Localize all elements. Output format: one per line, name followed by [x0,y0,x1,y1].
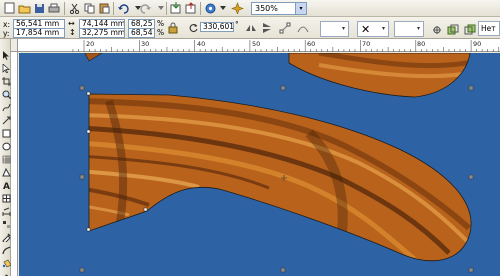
export-icon[interactable] [184,1,198,15]
knife-handle-shape [88,93,472,261]
rotation-angle-field[interactable]: 330,601 [200,22,234,32]
outline-none-box[interactable]: Нет [478,21,500,36]
rectangle-tool-icon[interactable] [1,128,11,138]
ruler-label: 90 [473,40,482,48]
launcher-dropdown-icon[interactable] [216,1,230,15]
copy-icon[interactable] [82,1,96,15]
rotation-icon [188,21,200,35]
interactive-fill-tool-icon[interactable] [1,271,11,276]
graph-paper-tool-icon[interactable] [1,154,11,164]
mirror-vertical-icon[interactable] [260,21,274,35]
ruler-label: 50 [252,40,261,48]
toolbar-separator [200,2,201,15]
object-height-field[interactable]: 32,275 mm [79,28,125,38]
toolbox: A [0,39,11,276]
zoom-level-value: 350% [255,4,278,13]
width-icon: ↔ [68,19,75,28]
outline-style-combo[interactable]: ▾ [394,21,424,37]
y-position-field[interactable]: 17,854 mm [13,28,65,38]
application-launcher-icon[interactable] [203,1,217,15]
outline-width-combo[interactable]: ✕ ▾ [357,21,389,37]
property-bar: x: 56,541 mm y: 17,854 mm ↔ 74,144 mm ↕ … [0,17,500,39]
fill-color-combo[interactable]: ▾ [320,21,349,37]
crop-tool-icon[interactable] [1,76,11,86]
shape-tool-icon[interactable] [1,63,11,73]
basic-shapes-tool-icon[interactable] [1,167,11,177]
no-outline-x-icon: ✕ [361,23,371,36]
scale-x-percent: % [157,19,165,28]
to-front-icon[interactable] [446,23,460,37]
lock-ratio-icon[interactable] [167,21,179,35]
ellipse-tool-icon[interactable] [1,141,11,151]
outline-style-dropdown-arrow[interactable]: ▾ [414,22,423,36]
ruler-label: 20 [86,40,95,48]
paste-icon[interactable] [97,1,111,15]
ruler-label: 30 [141,40,150,48]
zoom-level-combo[interactable]: 350% ▾ [251,2,307,15]
undo-icon[interactable] [116,1,130,15]
horizontal-ruler[interactable]: 20 30 40 50 60 70 80 90 [11,39,500,52]
y-position-label: y: [3,29,10,38]
fill-color-dropdown-arrow[interactable]: ▾ [339,22,348,36]
new-document-icon[interactable] [2,1,16,15]
smart-fill-tool-icon[interactable] [1,115,11,125]
ruler-label: 60 [307,40,316,48]
pick-tool-icon[interactable] [1,50,11,60]
text-tool-icon[interactable]: A [1,180,11,190]
dimension-tool-icon[interactable] [1,206,11,216]
scale-y-percent: % [157,28,165,37]
table-tool-icon[interactable] [1,193,11,203]
svg-text:A: A [3,182,10,190]
node-tool-icon[interactable] [278,21,292,35]
blend-tool-icon[interactable] [1,219,11,229]
save-icon[interactable] [32,1,46,15]
corel-online-icon[interactable] [230,1,244,15]
mirror-horizontal-icon[interactable] [244,21,258,35]
zoom-dropdown-button[interactable]: ▾ [295,3,306,14]
canvas-artwork [79,53,474,273]
cut-icon[interactable] [67,1,81,15]
toolbar-separator [166,2,167,15]
small-wood-fragment [84,53,103,62]
ruler-label: 80 [417,40,426,48]
ruler-label: 40 [197,40,206,48]
scale-y-field[interactable]: 68,54 [128,28,155,38]
print-icon[interactable] [47,1,61,15]
vertical-ruler[interactable] [11,52,18,276]
drawing-canvas[interactable] [19,53,500,276]
rotation-degree-unit: ° [235,20,239,29]
eyedropper-tool-icon[interactable] [1,232,11,242]
upper-wood-handle-fragment [288,53,471,98]
freehand-tool-icon[interactable] [1,102,11,112]
x-position-label: x: [3,20,10,29]
toolbar-separator [113,2,114,15]
to-back-icon[interactable] [463,23,477,37]
open-folder-icon[interactable] [17,1,31,15]
text-wrap-icon[interactable] [430,23,444,37]
ruler-origin-corner[interactable] [11,39,18,52]
zoom-tool-icon[interactable] [1,89,11,99]
import-icon[interactable] [169,1,183,15]
height-icon: ↕ [69,28,76,37]
standard-toolbar: 350% ▾ [0,0,500,17]
toolbar-separator [64,2,65,15]
smooth-node-icon[interactable] [296,21,310,35]
redo-icon[interactable] [139,1,153,15]
ruler-label: 70 [362,40,371,48]
fill-tool-icon[interactable] [1,258,11,268]
outline-width-dropdown-arrow[interactable]: ▾ [379,22,388,36]
outline-tool-icon[interactable] [1,245,11,255]
